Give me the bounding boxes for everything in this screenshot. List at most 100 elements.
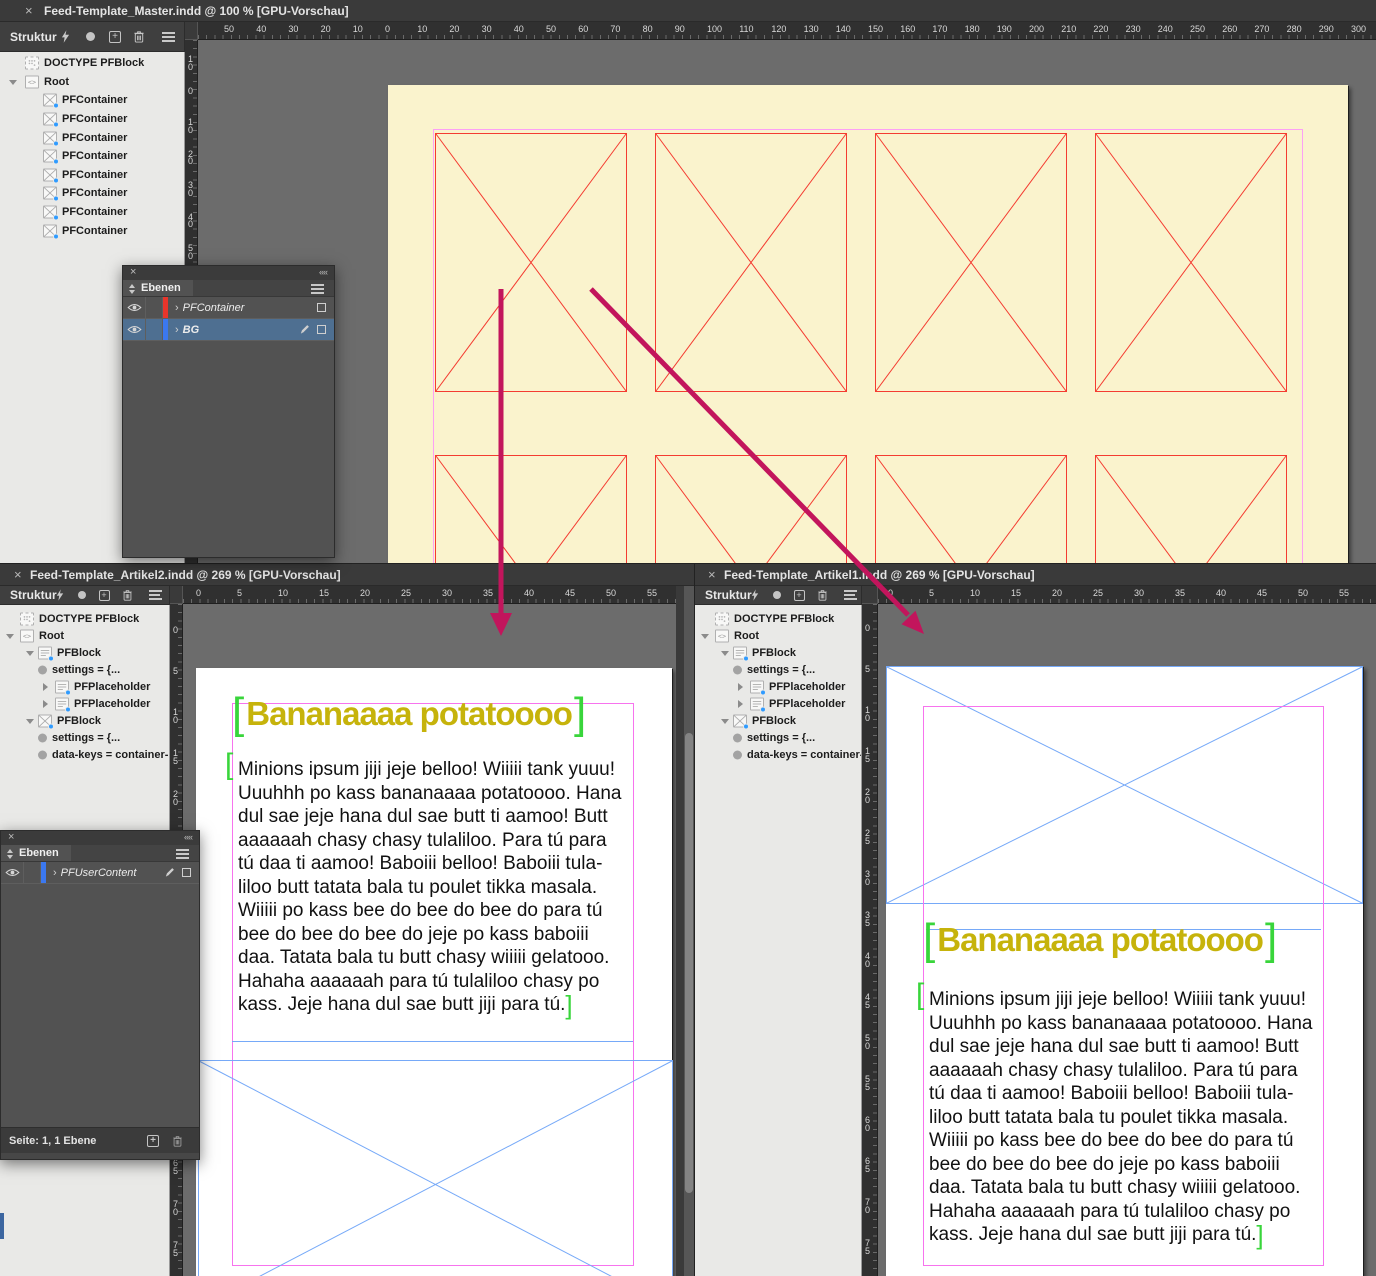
visibility-eye-icon[interactable] bbox=[123, 319, 146, 340]
artikel2-titlebar[interactable]: × Feed-Template_Artikel2.indd @ 269 % [G… bbox=[0, 564, 694, 586]
panel-menu-icon[interactable] bbox=[176, 853, 189, 855]
headline-text[interactable]: Bananaaaa potatoooo bbox=[935, 918, 1265, 962]
close-icon[interactable]: × bbox=[8, 831, 14, 844]
tree-item-settings[interactable]: settings = {... bbox=[695, 729, 861, 746]
tree-item-pfplaceholder[interactable]: PFPlaceholder bbox=[695, 678, 861, 695]
tree-item-data-keys[interactable]: data-keys = container-image bbox=[695, 746, 861, 763]
chevron-down-icon[interactable] bbox=[701, 634, 709, 639]
close-icon[interactable]: × bbox=[14, 564, 22, 586]
pfcontainer-placeholder-frame[interactable] bbox=[875, 133, 1067, 392]
chevron-down-icon[interactable] bbox=[721, 719, 729, 724]
tree-item-root[interactable]: <>Root bbox=[0, 73, 184, 92]
lock-toggle-cell[interactable] bbox=[146, 319, 163, 340]
record-icon[interactable] bbox=[74, 587, 90, 603]
tree-item-pfcontainer[interactable]: PFContainer bbox=[0, 166, 184, 185]
tree-item-root[interactable]: <>Root bbox=[0, 627, 169, 644]
layer-row-pfcontainer[interactable]: ›PFContainer bbox=[123, 297, 334, 319]
chevron-down-icon[interactable] bbox=[26, 651, 34, 656]
tab-ebenen[interactable]: Ebenen bbox=[123, 280, 193, 296]
ruler-origin-corner[interactable] bbox=[862, 586, 878, 604]
record-icon[interactable] bbox=[82, 29, 98, 45]
panel-menu-icon[interactable] bbox=[311, 288, 324, 290]
tree-item-settings[interactable]: settings = {... bbox=[0, 729, 169, 746]
layer-name[interactable]: BG bbox=[183, 324, 299, 336]
tree-item-pfblock[interactable]: PFBlock bbox=[695, 712, 861, 729]
chevron-right-icon[interactable] bbox=[43, 683, 48, 691]
pfcontainer-placeholder-frame[interactable] bbox=[1095, 455, 1287, 563]
image-placeholder-frame[interactable] bbox=[198, 1060, 673, 1276]
chevron-down-icon[interactable] bbox=[721, 651, 729, 656]
close-icon[interactable]: × bbox=[130, 266, 136, 279]
tree-item-pfcontainer[interactable]: PFContainer bbox=[0, 91, 184, 110]
chevron-down-icon[interactable] bbox=[6, 634, 14, 639]
tree-item-data-keys[interactable]: data-keys = container-image bbox=[0, 746, 169, 763]
artikel2-page[interactable]: [ Bananaaaa potatoooo ] [ Minions ipsum … bbox=[196, 668, 672, 1276]
chevron-right-icon[interactable]: › bbox=[175, 302, 179, 314]
collapse-icon[interactable]: «« bbox=[184, 831, 192, 844]
tree-item-settings[interactable]: settings = {... bbox=[695, 661, 861, 678]
close-icon[interactable]: × bbox=[708, 564, 716, 586]
flash-icon[interactable] bbox=[57, 29, 73, 45]
visibility-eye-icon[interactable] bbox=[123, 297, 146, 318]
tree-item-doctype[interactable]: DOCTYPE PFBlock bbox=[0, 54, 184, 73]
trash-icon[interactable] bbox=[131, 29, 147, 45]
add-icon[interactable]: + bbox=[791, 587, 807, 603]
record-icon[interactable] bbox=[769, 587, 785, 603]
chevron-right-icon[interactable]: › bbox=[175, 324, 179, 336]
chevron-down-icon[interactable] bbox=[26, 719, 34, 724]
artikel1-page[interactable]: [ Bananaaaa potatoooo ] [ Minions ipsum … bbox=[886, 666, 1363, 1276]
article-body-text[interactable]: [ Minions ipsum jiji jeje belloo! Wiiiii… bbox=[929, 988, 1312, 1248]
chevron-right-icon[interactable]: › bbox=[53, 867, 57, 879]
selection-square-icon[interactable] bbox=[317, 303, 326, 312]
panel-titlebar[interactable]: × «« bbox=[123, 266, 334, 280]
trash-icon[interactable] bbox=[814, 587, 830, 603]
flash-icon[interactable] bbox=[52, 587, 68, 603]
tree-item-settings[interactable]: settings = {... bbox=[0, 661, 169, 678]
tree-item-pfblock[interactable]: PFBlock bbox=[0, 712, 169, 729]
artikel1-titlebar[interactable]: × Feed-Template_Artikel1.indd @ 269 % [G… bbox=[695, 564, 1376, 586]
layer-row-bg[interactable]: › BG bbox=[123, 319, 334, 341]
selection-square-icon[interactable] bbox=[317, 325, 326, 334]
selection-square-icon[interactable] bbox=[182, 868, 191, 877]
pfcontainer-placeholder-frame[interactable] bbox=[435, 455, 627, 563]
tree-item-pfcontainer[interactable]: PFContainer bbox=[0, 184, 184, 203]
visibility-eye-icon[interactable] bbox=[1, 862, 24, 883]
pfcontainer-placeholder-frame[interactable] bbox=[1095, 133, 1287, 392]
trash-icon[interactable] bbox=[169, 1133, 185, 1149]
layer-name[interactable]: PFUserContent bbox=[61, 867, 164, 879]
lock-toggle-cell[interactable] bbox=[146, 297, 163, 318]
chevron-down-icon[interactable] bbox=[9, 80, 17, 85]
panel-menu-icon[interactable] bbox=[146, 587, 162, 603]
add-icon[interactable]: + bbox=[107, 29, 123, 45]
tree-item-pfcontainer[interactable]: PFContainer bbox=[0, 203, 184, 222]
panel-menu-icon[interactable] bbox=[841, 587, 857, 603]
chevron-right-icon[interactable] bbox=[43, 700, 48, 708]
tree-item-pfplaceholder[interactable]: PFPlaceholder bbox=[0, 678, 169, 695]
master-titlebar[interactable]: × Feed-Template_Master.indd @ 100 % [GPU… bbox=[0, 0, 1376, 22]
layer-row-pfusercontent[interactable]: › PFUserContent bbox=[1, 862, 199, 884]
tree-item-pfcontainer[interactable]: PFContainer bbox=[0, 221, 184, 240]
trash-icon[interactable] bbox=[119, 587, 135, 603]
tree-item-pfcontainer[interactable]: PFContainer bbox=[0, 147, 184, 166]
tree-item-pfblock[interactable]: PFBlock bbox=[0, 644, 169, 661]
headline-text[interactable]: Bananaaaa potatoooo bbox=[244, 692, 574, 736]
collapse-icon[interactable]: «« bbox=[319, 266, 327, 279]
add-icon[interactable]: + bbox=[96, 587, 112, 603]
tree-item-doctype[interactable]: DOCTYPE PFBlock bbox=[0, 610, 169, 627]
panel-titlebar[interactable]: × «« bbox=[1, 831, 199, 845]
tree-item-pfcontainer[interactable]: PFContainer bbox=[0, 128, 184, 147]
scrollbar-thumb[interactable] bbox=[685, 733, 693, 1193]
article-headline[interactable]: [ Bananaaaa potatoooo ] bbox=[923, 918, 1277, 962]
tree-item-pfblock[interactable]: PFBlock bbox=[695, 644, 861, 661]
new-layer-icon[interactable]: + bbox=[145, 1133, 161, 1149]
tab-ebenen[interactable]: Ebenen bbox=[1, 845, 71, 861]
tree-item-pfplaceholder[interactable]: PFPlaceholder bbox=[695, 695, 861, 712]
pfcontainer-placeholder-frame[interactable] bbox=[435, 133, 627, 392]
tree-item-doctype[interactable]: DOCTYPE PFBlock bbox=[695, 610, 861, 627]
flash-icon[interactable] bbox=[747, 587, 763, 603]
pfcontainer-placeholder-frame[interactable] bbox=[655, 455, 847, 563]
tree-item-root[interactable]: <>Root bbox=[695, 627, 861, 644]
ruler-origin-corner[interactable] bbox=[185, 22, 198, 40]
article-body-text[interactable]: [ Minions ipsum jiji jeje belloo! Wiiiii… bbox=[238, 758, 621, 1018]
pfcontainer-placeholder-frame[interactable] bbox=[875, 455, 1067, 563]
